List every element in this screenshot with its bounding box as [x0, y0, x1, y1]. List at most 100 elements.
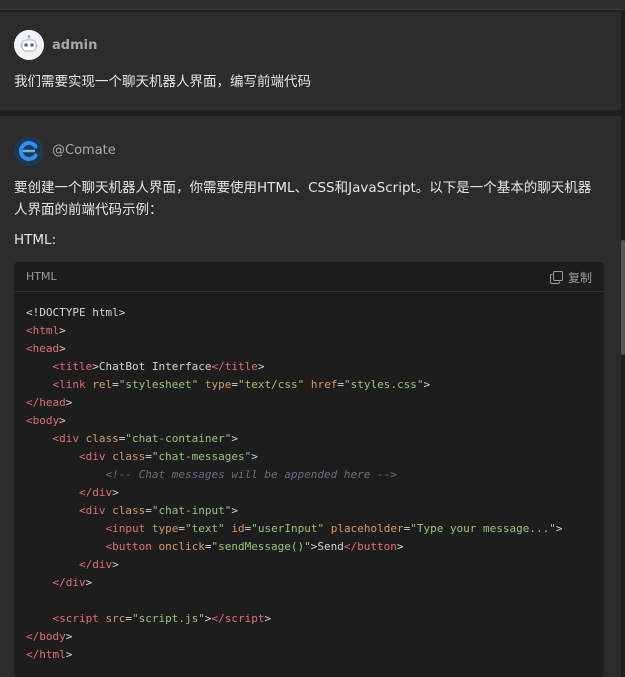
code-line: </body>	[26, 628, 596, 646]
code-token: <head	[26, 342, 60, 355]
scrollbar[interactable]	[621, 240, 625, 355]
code-token: >	[85, 576, 93, 589]
code-line: <button onclick="sendMessage()">Send</bu…	[26, 538, 596, 556]
code-token: "styles.css"	[343, 378, 424, 391]
code-token: >	[65, 648, 73, 661]
code-token: =	[145, 450, 152, 463]
code-token: class	[85, 432, 119, 445]
code-token: <html	[26, 324, 60, 337]
code-token: href	[310, 378, 338, 391]
code-token: "chat-input"	[151, 504, 232, 517]
code-token: <title	[52, 360, 93, 373]
code-token: <div	[78, 504, 106, 517]
code-token: >	[112, 486, 119, 499]
code-line: <body>	[26, 412, 596, 430]
code-token: class	[112, 450, 146, 463]
code-token: <button	[105, 540, 152, 553]
bot-message: @Comate 要创建一个聊天机器人界面，你需要使用HTML、CSS和JavaS…	[0, 116, 621, 677]
copy-label: 复制	[567, 270, 592, 285]
code-line: </div>	[26, 574, 596, 592]
code-token: >ChatBot Interface	[92, 360, 212, 373]
code-token: "script.js"	[131, 612, 205, 625]
code-token: "sendMessage()"	[211, 540, 311, 553]
code-token: </head	[26, 396, 66, 409]
code-token: >	[59, 342, 66, 355]
code-token: rel	[92, 378, 113, 391]
code-line: <div class="chat-messages">	[26, 448, 596, 466]
code-token: placeholder	[330, 522, 404, 535]
code-token: <input	[105, 522, 146, 535]
code-line: <script src="script.js"></script>	[26, 610, 596, 628]
code-token: =	[112, 378, 119, 391]
code-block-header: HTML 复制	[14, 262, 604, 292]
user-name: admin	[52, 38, 98, 53]
code-token: =	[178, 522, 185, 535]
code-token: </html	[26, 648, 66, 661]
bot-intro-text: 要创建一个聊天机器人界面，你需要使用HTML、CSS和JavaScript。以下…	[14, 180, 592, 218]
code-token: =	[231, 378, 238, 391]
code-token: "userInput"	[251, 522, 325, 535]
code-line: <div class="chat-input">	[26, 502, 596, 520]
code-token: >	[59, 324, 66, 337]
code-token: "Type your message..."	[410, 522, 556, 535]
code-line: </html>	[26, 646, 596, 664]
code-token: <body	[26, 414, 60, 427]
code-token: onclick	[158, 540, 205, 553]
robot-face-icon	[14, 30, 44, 60]
code-token: <script	[52, 612, 99, 625]
code-section-label: HTML:	[14, 232, 57, 248]
code-token: </body	[26, 630, 66, 643]
code-block: HTML 复制 <!DOCTYPE html> <html> <head> <tit…	[14, 262, 604, 677]
code-token: id	[231, 522, 245, 535]
code-line: </div>	[26, 484, 596, 502]
code-token: "chat-messages"	[151, 450, 252, 463]
copy-button[interactable]: 复制	[549, 268, 592, 286]
code-token: "stylesheet"	[118, 378, 199, 391]
code-line: <input type="text" id="userInput" placeh…	[26, 520, 596, 538]
code-token: <link	[52, 378, 86, 391]
code-token: >	[112, 558, 119, 571]
code-token: <!DOCTYPE html>	[26, 306, 126, 319]
code-token: >	[65, 630, 73, 643]
code-token: >	[555, 522, 563, 535]
code-token: >	[423, 378, 431, 391]
code-token: <div	[78, 450, 106, 463]
code-content: <!DOCTYPE html> <html> <head> <title>ChatB…	[26, 304, 596, 664]
code-token: <div	[52, 432, 80, 445]
code-line: <html>	[26, 322, 596, 340]
code-token: >	[231, 504, 238, 517]
code-token: >	[264, 612, 272, 625]
user-message-text: 我们需要实现一个聊天机器人界面，编写前端代码	[14, 74, 311, 90]
code-line: </head>	[26, 394, 596, 412]
code-token: </title	[211, 360, 258, 373]
code-line: <title>ChatBot Interface</title>	[26, 358, 596, 376]
code-token: </script	[211, 612, 265, 625]
code-token: src	[105, 612, 126, 625]
copy-icon	[549, 270, 563, 284]
code-token: </button	[343, 540, 397, 553]
code-token: type	[151, 522, 179, 535]
code-token: class	[112, 504, 146, 517]
comate-logo-icon	[14, 136, 44, 166]
code-token: >	[231, 432, 238, 445]
code-token: >	[59, 414, 66, 427]
code-line: <div class="chat-container">	[26, 430, 596, 448]
code-token: "text"	[184, 522, 225, 535]
code-token: >	[251, 450, 258, 463]
code-token: =	[337, 378, 344, 391]
code-line: <!DOCTYPE html>	[26, 304, 596, 322]
code-token: >	[396, 540, 404, 553]
